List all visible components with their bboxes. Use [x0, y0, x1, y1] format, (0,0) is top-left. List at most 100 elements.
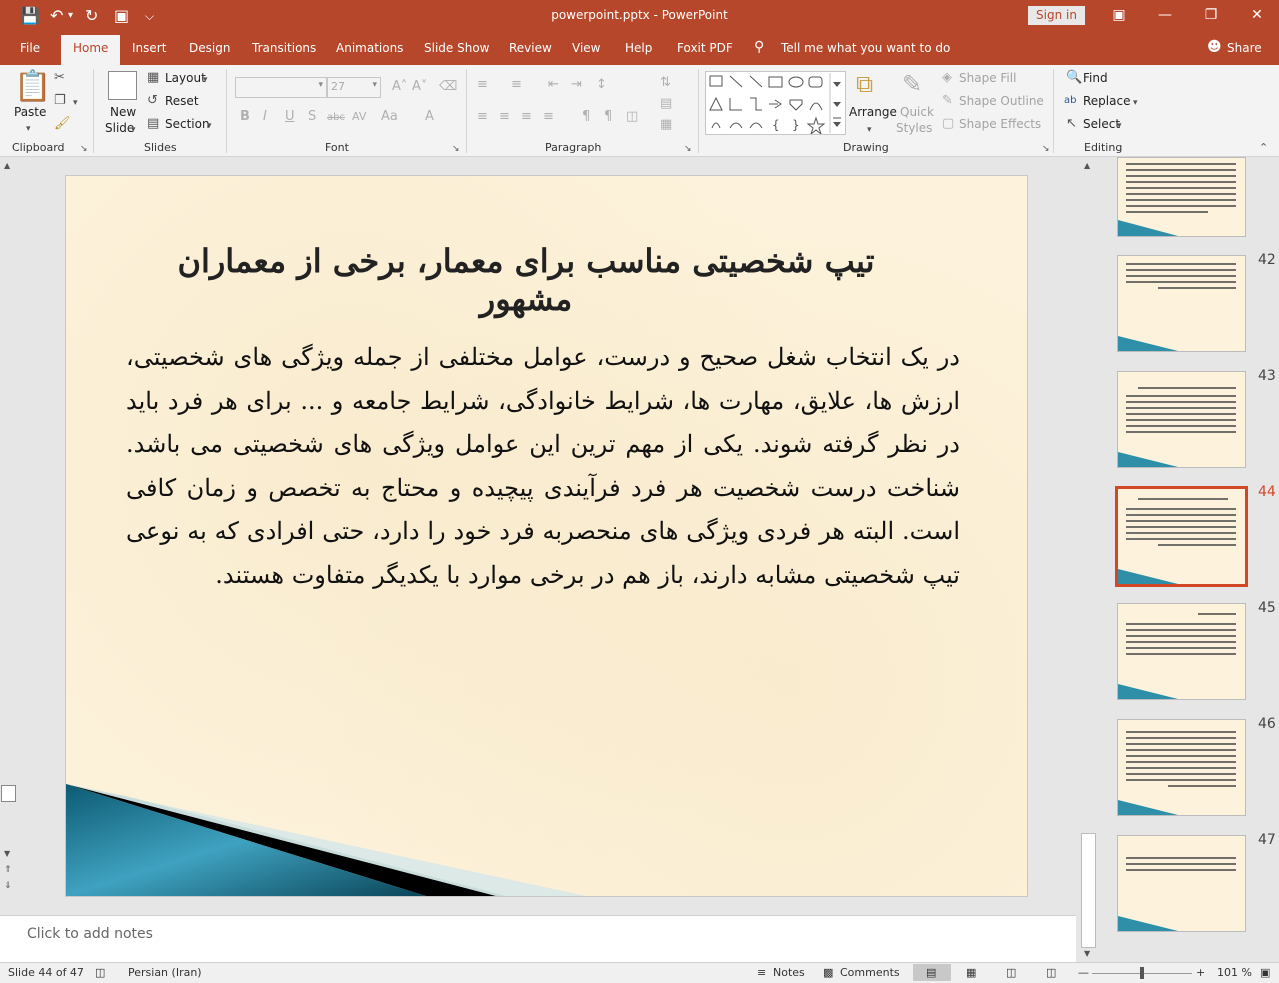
- copy-icon[interactable]: ❐: [54, 94, 66, 108]
- slide-canvas[interactable]: تیپ شخصیتی مناسب برای معمار، برخی از معم…: [65, 175, 1028, 897]
- line-spacing-icon[interactable]: ↕: [596, 78, 607, 92]
- minimize-icon[interactable]: —: [1150, 4, 1180, 28]
- find-button[interactable]: Find: [1083, 71, 1108, 85]
- select-button[interactable]: Select: [1083, 117, 1120, 131]
- slide-sorter-icon[interactable]: ▦: [966, 966, 976, 979]
- underline-icon[interactable]: U: [285, 110, 295, 124]
- align-text-icon[interactable]: ▤: [660, 97, 672, 111]
- section-dropdown-icon[interactable]: ▾: [207, 119, 212, 133]
- select-dropdown-icon[interactable]: ▾: [1117, 119, 1122, 133]
- bold-icon[interactable]: B: [240, 110, 250, 124]
- tab-design[interactable]: Design: [189, 41, 230, 55]
- bullets-icon[interactable]: ≡: [477, 78, 488, 92]
- scroll-down-icon[interactable]: ▼: [4, 849, 10, 858]
- zoom-out-icon[interactable]: —: [1078, 966, 1089, 979]
- shapes-gallery[interactable]: { }: [705, 71, 846, 136]
- slide-thumbnail[interactable]: [1117, 255, 1246, 352]
- reading-view-icon[interactable]: ◫: [1006, 966, 1016, 979]
- text-shadow-icon[interactable]: S: [308, 110, 316, 124]
- new-slide-label-1[interactable]: New: [110, 105, 136, 119]
- shape-effects-icon[interactable]: ▢: [942, 117, 954, 131]
- slide-thumbnail[interactable]: [1117, 603, 1246, 700]
- select-cursor-icon[interactable]: ↖: [1066, 117, 1077, 131]
- reset-icon[interactable]: ↺: [147, 94, 158, 108]
- numbering-icon[interactable]: ≡: [511, 78, 522, 92]
- rtl-icon[interactable]: ¶: [582, 110, 590, 124]
- align-right-icon[interactable]: ≡: [521, 110, 532, 124]
- normal-view-icon[interactable]: ▤: [926, 966, 936, 979]
- arrange-dropdown-icon[interactable]: ▾: [867, 123, 872, 137]
- notes-pane[interactable]: Click to add notes: [0, 915, 1076, 962]
- notes-icon[interactable]: ≡: [757, 966, 766, 979]
- zoom-slider-thumb[interactable]: [1140, 967, 1144, 979]
- justify-icon[interactable]: ≡: [543, 110, 554, 124]
- clear-formatting-icon[interactable]: ⌫: [439, 80, 457, 94]
- ribbon-display-options-icon[interactable]: ▣: [1104, 4, 1134, 28]
- scroll-up-icon[interactable]: ▲: [4, 161, 10, 170]
- font-size-combo[interactable]: 27 ▾: [327, 77, 381, 98]
- thumbnail-scrollbar[interactable]: ▲ ▼: [1080, 157, 1097, 962]
- share-button[interactable]: Share: [1227, 41, 1262, 55]
- next-slide-icon[interactable]: ⇓: [4, 881, 12, 891]
- sign-in-button[interactable]: Sign in: [1028, 6, 1085, 25]
- thumbnail-scroll-thumb[interactable]: [1081, 833, 1096, 948]
- shape-outline-button[interactable]: Shape Outline: [959, 94, 1044, 108]
- reset-button[interactable]: Reset: [165, 94, 199, 108]
- slide-thumbnail[interactable]: [1117, 371, 1246, 468]
- comments-button[interactable]: Comments: [840, 966, 900, 979]
- arrange-button[interactable]: Arrange: [849, 105, 897, 119]
- replace-dropdown-icon[interactable]: ▾: [1133, 96, 1138, 110]
- shape-fill-icon[interactable]: ◈: [942, 71, 952, 85]
- quick-styles-label-2[interactable]: Styles: [896, 121, 932, 135]
- layout-icon[interactable]: ▦: [147, 71, 159, 85]
- tab-review[interactable]: Review: [509, 41, 552, 55]
- new-slide-icon[interactable]: [108, 71, 137, 100]
- tab-help[interactable]: Help: [625, 41, 652, 55]
- cut-icon[interactable]: ✂: [54, 71, 65, 85]
- zoom-level[interactable]: 101 %: [1217, 966, 1252, 979]
- change-case-icon[interactable]: Aa: [381, 110, 398, 124]
- columns-icon[interactable]: ◫: [626, 110, 638, 124]
- collapse-ribbon-icon[interactable]: ⌃: [1259, 141, 1268, 155]
- layout-dropdown-icon[interactable]: ▾: [203, 73, 208, 87]
- tab-view[interactable]: View: [572, 41, 600, 55]
- paste-button[interactable]: Paste: [14, 105, 46, 119]
- paste-icon[interactable]: 📋: [14, 71, 51, 103]
- tab-foxit-pdf[interactable]: Foxit PDF: [677, 41, 733, 55]
- comments-icon[interactable]: ▩: [823, 966, 833, 979]
- clipboard-launcher-icon[interactable]: ↘: [80, 142, 88, 156]
- smartart-icon[interactable]: ▦: [660, 118, 672, 132]
- decrease-font-icon[interactable]: A˅: [412, 80, 427, 94]
- replace-icon[interactable]: ab: [1064, 94, 1076, 108]
- slide-title[interactable]: تیپ شخصیتی مناسب برای معمار، برخی از معم…: [126, 242, 926, 318]
- slide-thumbnail-active[interactable]: [1115, 486, 1248, 587]
- increase-font-icon[interactable]: A˄: [392, 80, 407, 94]
- format-painter-icon[interactable]: 🖌: [54, 117, 71, 131]
- slide-show-icon[interactable]: ◫: [1046, 966, 1056, 979]
- fit-to-window-icon[interactable]: ▣: [1260, 966, 1270, 979]
- close-icon[interactable]: ✕: [1242, 4, 1272, 28]
- tab-insert[interactable]: Insert: [132, 41, 166, 55]
- shape-effects-button[interactable]: Shape Effects: [959, 117, 1041, 131]
- slide-counter[interactable]: Slide 44 of 47: [8, 966, 84, 979]
- previous-slide-icon[interactable]: ⇑: [4, 865, 12, 875]
- spell-check-icon[interactable]: ◫: [95, 966, 105, 979]
- vertical-scrollbar-left[interactable]: ▲ ▼ ⇑ ⇓: [0, 157, 17, 907]
- quick-styles-icon[interactable]: ✎: [902, 71, 922, 97]
- find-icon[interactable]: 🔍: [1066, 71, 1082, 85]
- font-launcher-icon[interactable]: ↘: [452, 142, 460, 156]
- quick-styles-label-1[interactable]: Quick: [900, 105, 934, 119]
- tab-home[interactable]: Home: [61, 35, 121, 65]
- slide-body-text[interactable]: در یک انتخاب شغل صحیح و درست، عوامل مختل…: [126, 336, 960, 597]
- ltr-icon[interactable]: ¶: [604, 110, 612, 124]
- slide-thumbnail[interactable]: [1117, 719, 1246, 816]
- text-direction-icon[interactable]: ⇅: [660, 76, 671, 90]
- character-spacing-icon[interactable]: AV: [352, 110, 366, 124]
- notes-button[interactable]: Notes: [773, 966, 805, 979]
- increase-indent-icon[interactable]: ⇥: [571, 78, 582, 92]
- restore-icon[interactable]: ❐: [1196, 4, 1226, 28]
- arrange-icon[interactable]: ⧉: [856, 71, 873, 97]
- notes-placeholder[interactable]: Click to add notes: [27, 926, 153, 942]
- slide-thumbnail[interactable]: [1117, 157, 1246, 237]
- font-color-icon[interactable]: A: [425, 110, 434, 124]
